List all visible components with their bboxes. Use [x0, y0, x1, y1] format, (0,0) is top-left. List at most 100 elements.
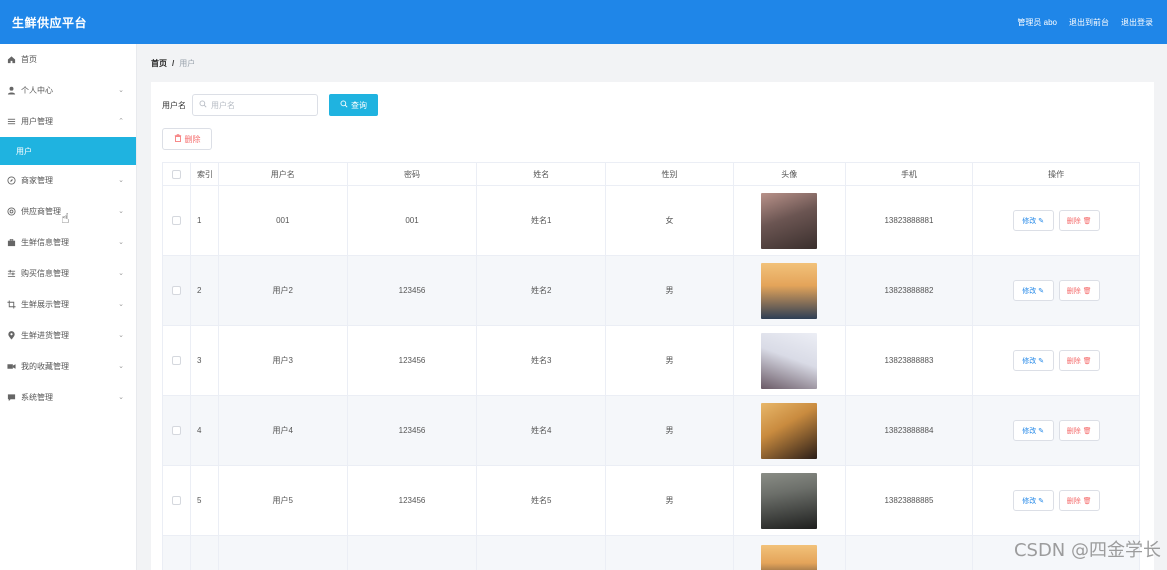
delete-button[interactable]: 删除 🗑 — [1058, 210, 1100, 231]
cell-avatar — [734, 256, 846, 325]
cell-username: 001 — [219, 186, 348, 255]
delete-button-label: 删除 — [1066, 427, 1081, 435]
sidebar-item-label: 个人中心 — [21, 86, 53, 95]
video-icon — [7, 362, 16, 371]
breadcrumb-separator: / — [172, 59, 175, 68]
edit-button[interactable]: 修改 ✎ — [1012, 350, 1054, 371]
chevron-down-icon: ⌄ — [118, 270, 124, 277]
edit-icon: ✎ — [1038, 357, 1045, 365]
edit-button[interactable]: 修改 ✎ — [1012, 420, 1054, 441]
edit-icon: ✎ — [1038, 427, 1045, 435]
delete-button-label: 删除 — [1066, 287, 1081, 295]
cell-gender: 男 — [606, 396, 734, 465]
cell-password: 123456 — [348, 256, 478, 325]
row-checkbox[interactable] — [171, 356, 181, 365]
delete-button[interactable]: 删除 🗑 — [1058, 280, 1100, 301]
sidebar-item-favorites[interactable]: 我的收藏管理 ⌄ — [0, 351, 136, 382]
row-select-cell — [163, 536, 191, 570]
cell-avatar — [734, 396, 846, 465]
row-checkbox[interactable] — [171, 286, 181, 295]
cell-avatar — [734, 326, 846, 395]
search-button[interactable]: 查询 — [329, 94, 378, 116]
sidebar-item-label: 生鲜信息管理 — [21, 238, 69, 247]
search-button-label: 查询 — [351, 100, 367, 110]
batch-delete-button[interactable]: 删除 — [162, 128, 212, 150]
cell-name: 姓名5 — [477, 466, 607, 535]
row-select-cell — [163, 186, 191, 255]
cell-phone: 13823888885 — [846, 466, 974, 535]
cell-phone — [846, 536, 974, 570]
sidebar-item-merchant[interactable]: 商家管理 ⌄ — [0, 165, 136, 196]
hand-cursor-icon: ☝ — [61, 210, 70, 226]
search-input[interactable]: 用户名 — [192, 94, 318, 116]
table-row: 3 用户3 123456 姓名3 男 13823888883 修改 ✎ 删除 🗑 — [163, 326, 1139, 396]
top-actions: 管理员 abo 退出到前台 退出登录 — [1017, 17, 1153, 28]
avatar — [761, 192, 818, 249]
sidebar-item-purchase-info[interactable]: 购买信息管理 ⌄ — [0, 258, 136, 289]
chat-icon — [7, 393, 16, 402]
cell-username — [219, 536, 348, 570]
header-index: 索引 — [191, 163, 219, 185]
row-select-cell — [163, 396, 191, 465]
delete-button[interactable]: 删除 🗑 — [1058, 350, 1100, 371]
sidebar-subitem-user[interactable]: 用户 — [0, 137, 136, 165]
header-avatar: 头像 — [734, 163, 846, 185]
breadcrumb-home[interactable]: 首页 — [151, 58, 167, 69]
cell-username: 用户2 — [219, 256, 348, 325]
cell-actions: 修改 ✎ 删除 🗑 — [973, 396, 1139, 465]
cell-phone: 13823888884 — [846, 396, 974, 465]
select-all-checkbox[interactable] — [171, 169, 181, 179]
cell-name: 姓名2 — [477, 256, 607, 325]
edit-button[interactable]: 修改 ✎ — [1012, 210, 1054, 231]
sidebar-item-profile[interactable]: 个人中心 ⌄ — [0, 75, 136, 106]
cell-phone: 13823888883 — [846, 326, 974, 395]
row-checkbox[interactable] — [171, 426, 181, 435]
delete-button[interactable]: 删除 🗑 — [1058, 420, 1100, 441]
cell-name — [477, 536, 607, 570]
cell-index — [191, 536, 219, 570]
row-select-cell — [163, 256, 191, 325]
edit-button-label: 修改 — [1022, 357, 1037, 365]
logout-link[interactable]: 退出登录 — [1121, 17, 1153, 28]
exit-to-front-link[interactable]: 退出到前台 — [1069, 17, 1109, 28]
cell-gender — [606, 536, 734, 570]
header-password: 密码 — [348, 163, 478, 185]
cell-phone: 13823888882 — [846, 256, 974, 325]
sidebar-item-home[interactable]: 首页 — [0, 44, 136, 75]
row-checkbox[interactable] — [171, 496, 181, 505]
sidebar: 首页 个人中心 ⌄ 用户管理 ⌃ 用户 商家管理 ⌄ 供应商管理 ⌄ 生鲜信息管… — [0, 44, 137, 570]
avatar — [761, 402, 818, 459]
sidebar-item-user-management[interactable]: 用户管理 ⌃ — [0, 106, 136, 137]
delete-button[interactable]: 删除 🗑 — [1058, 490, 1100, 511]
cell-name: 姓名3 — [477, 326, 607, 395]
cell-username: 用户3 — [219, 326, 348, 395]
sidebar-item-system[interactable]: 系统管理 ⌄ — [0, 382, 136, 413]
avatar — [761, 472, 818, 529]
search-icon — [199, 100, 207, 110]
csdn-watermark: CSDN @四金学长 — [1013, 540, 1161, 561]
trash-icon: 🗑 — [1082, 357, 1092, 365]
search-icon — [340, 100, 348, 110]
table-header: 索引 用户名 密码 姓名 性别 头像 手机 操作 — [163, 162, 1139, 186]
support-icon — [7, 207, 16, 216]
row-checkbox[interactable] — [171, 216, 181, 225]
cell-index: 4 — [191, 396, 219, 465]
sidebar-item-fresh-display[interactable]: 生鲜展示管理 ⌄ — [0, 289, 136, 320]
edit-button[interactable]: 修改 ✎ — [1012, 490, 1054, 511]
sidebar-item-fresh-info[interactable]: 生鲜信息管理 ⌄ — [0, 227, 136, 258]
cell-gender: 男 — [606, 466, 734, 535]
edit-button-label: 修改 — [1022, 217, 1037, 225]
search-label: 用户名 — [162, 100, 186, 110]
cell-username: 用户4 — [219, 396, 348, 465]
chevron-down-icon: ⌄ — [118, 239, 124, 246]
content-panel: 用户名 用户名 查询 删除 索引 用户名 密码 姓名 性别 头像 手机 操作 1… — [151, 82, 1154, 570]
cell-password: 123456 — [348, 466, 478, 535]
sidebar-item-fresh-stock[interactable]: 生鲜进货管理 ⌄ — [0, 320, 136, 351]
delete-button-label: 删除 — [1066, 497, 1081, 505]
sidebar-item-label: 商家管理 — [21, 176, 53, 185]
sidebar-item-label: 用户管理 — [21, 117, 53, 126]
chevron-down-icon: ⌄ — [118, 177, 124, 184]
edit-button[interactable]: 修改 ✎ — [1012, 280, 1054, 301]
location-icon — [7, 331, 16, 340]
menu-icon — [7, 117, 16, 126]
